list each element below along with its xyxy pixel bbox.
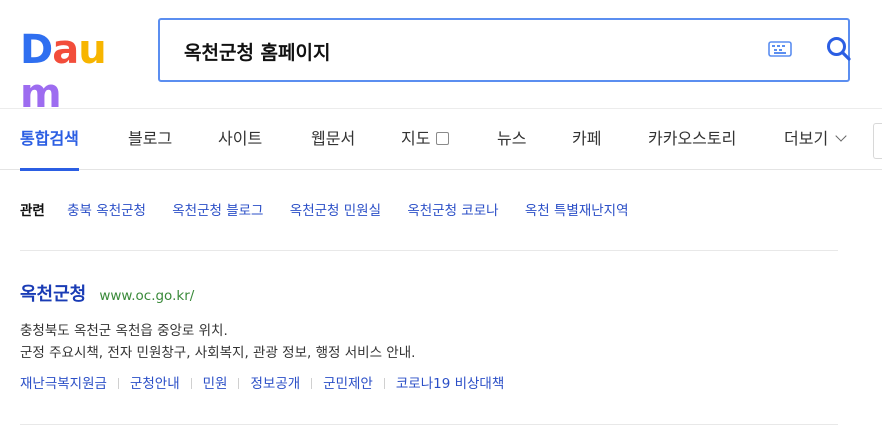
tab-label: 카페 xyxy=(572,129,602,148)
divider xyxy=(20,250,838,251)
tab-cafe[interactable]: 카페 xyxy=(572,109,601,170)
tab-label: 통합검색 xyxy=(20,129,79,148)
tab-label: 웹문서 xyxy=(311,129,356,148)
tab-kakaostory[interactable]: 카카오스토리 xyxy=(648,109,736,170)
sublink-separator xyxy=(311,378,313,389)
tab-map[interactable]: 지도 xyxy=(401,109,450,170)
result-description-line: 군정 주요시책, 전자 민원창구, 사회복지, 관광 정보, 행정 서비스 안내… xyxy=(20,345,416,361)
chevron-down-icon xyxy=(835,130,847,142)
related-link[interactable]: 옥천군청 민원실 xyxy=(290,203,381,219)
related-link[interactable]: 옥천군청 코로나 xyxy=(407,203,498,219)
result-url-link[interactable]: www.oc.go.kr/ xyxy=(99,288,194,304)
sublink-separator xyxy=(190,378,192,389)
logo-letter-d: D xyxy=(20,27,53,73)
tab-web-documents[interactable]: 웹문서 xyxy=(311,109,355,170)
tab-integrated-search[interactable]: 통합검색 xyxy=(20,109,79,171)
search-tabs: 통합검색 블로그 사이트 웹문서 지도 뉴스 카페 카카오스토리 더보기 xyxy=(0,108,882,171)
result-sublinks: 재난극복지원금 군청안내 민원 정보공개 군민제안 코로나19 비상대책 xyxy=(20,372,840,392)
tab-site[interactable]: 사이트 xyxy=(218,109,262,170)
related-searches: 관련 충북 옥천군청 옥천군청 블로그 옥천군청 민원실 옥천군청 코로나 옥천… xyxy=(20,196,651,226)
search-result: 옥천군청 www.oc.go.kr/ 충청북도 옥천군 옥천읍 중앙로 위치. … xyxy=(20,280,840,392)
sublink-county-guide[interactable]: 군청안내 xyxy=(130,376,180,392)
map-icon xyxy=(436,132,450,145)
sublink-separator xyxy=(383,378,385,389)
related-link[interactable]: 옥천군청 블로그 xyxy=(172,203,263,219)
keyboard-icon[interactable] xyxy=(768,40,792,58)
tabs-scroll-edge xyxy=(873,123,882,159)
search-box xyxy=(158,18,851,82)
tab-blog[interactable]: 블로그 xyxy=(128,109,172,170)
sublink-citizen-proposal[interactable]: 군민제안 xyxy=(323,376,373,392)
tab-label: 지도 xyxy=(401,129,431,148)
sublink-civil-service[interactable]: 민원 xyxy=(203,376,228,392)
tab-label: 사이트 xyxy=(218,129,263,148)
sublink-info-disclosure[interactable]: 정보공개 xyxy=(250,376,300,392)
sublink-separator xyxy=(238,378,240,389)
sublink-covid-measures[interactable]: 코로나19 비상대책 xyxy=(396,376,504,392)
result-description: 충청북도 옥천군 옥천읍 중앙로 위치. 군정 주요시책, 전자 민원창구, 사… xyxy=(20,320,840,364)
result-description-line: 충청북도 옥천군 옥천읍 중앙로 위치. xyxy=(20,323,228,339)
tab-label: 뉴스 xyxy=(497,129,527,148)
logo-letter-u: u xyxy=(78,27,107,73)
logo-letter-a: a xyxy=(52,27,79,73)
result-title-link[interactable]: 옥천군청 xyxy=(20,284,86,305)
sublink-separator xyxy=(117,378,119,389)
tab-news[interactable]: 뉴스 xyxy=(497,109,526,170)
search-input[interactable] xyxy=(182,20,746,82)
related-link[interactable]: 옥천 특별재난지역 xyxy=(525,203,629,219)
divider xyxy=(20,424,838,425)
tab-more[interactable]: 더보기 xyxy=(784,109,847,170)
tab-label: 더보기 xyxy=(784,129,829,148)
sublink-disaster-relief[interactable]: 재난극복지원금 xyxy=(20,376,107,392)
search-icon[interactable] xyxy=(824,34,854,64)
daum-logo[interactable]: Daum xyxy=(20,27,132,116)
related-link[interactable]: 충북 옥천군청 xyxy=(67,203,146,219)
related-label: 관련 xyxy=(20,203,45,219)
tab-label: 카카오스토리 xyxy=(648,129,737,148)
tab-label: 블로그 xyxy=(128,129,173,148)
